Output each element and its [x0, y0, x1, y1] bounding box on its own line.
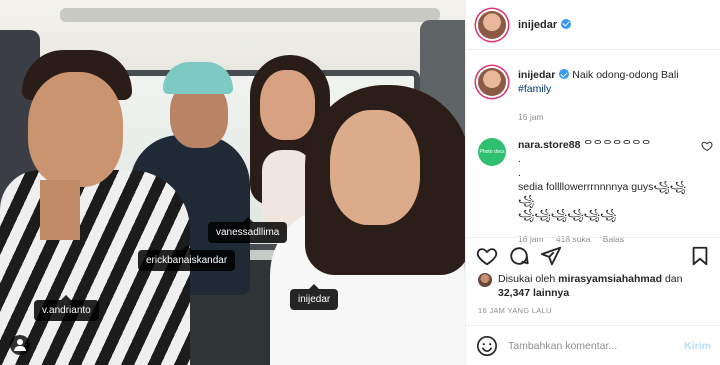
likes-text: Disukai oleh mirasyamsiahahmad dan 32,34…	[498, 272, 713, 300]
caption-time[interactable]: 16 jam	[518, 112, 544, 122]
caption-text: Naik odong-odong Bali	[572, 69, 679, 81]
tagged-user-icon[interactable]	[10, 335, 30, 355]
caption-username[interactable]: inijedar	[518, 69, 555, 81]
comment-body: nara.store88 ᄋᄋᄋᄋᄋᄋᄋ . . sedia follllowe…	[518, 138, 701, 246]
photo-tag[interactable]: v.andrianto	[34, 295, 99, 321]
photo-tag[interactable]: erickbanaiskandar	[138, 245, 236, 271]
avatar[interactable]	[478, 10, 506, 39]
comment-avatar-text: Photo docs	[479, 149, 505, 155]
like-heart-icon[interactable]	[476, 245, 498, 267]
caption-body: inijedar Naik odong-odong Bali #family 1…	[518, 68, 713, 124]
avatar[interactable]	[478, 68, 506, 96]
caption: inijedar Naik odong-odong Bali #family 1…	[478, 68, 713, 124]
post-side-panel: inijedar inijedar Naik odong-odong Bali …	[465, 0, 720, 365]
person-head	[330, 110, 420, 225]
comment-text-line: ᄋᄋᄋᄋᄋᄋᄋ	[583, 139, 651, 151]
action-bar	[466, 237, 720, 273]
comment-text-line: .	[518, 153, 521, 165]
comment-input[interactable]	[508, 339, 685, 352]
comment-heart-icon[interactable]	[701, 140, 713, 152]
comment-text-line: .	[518, 167, 521, 179]
likes-middle: dan	[664, 273, 683, 285]
share-send-icon[interactable]	[540, 245, 562, 267]
roof-bar	[60, 8, 440, 22]
comment-avatar[interactable]: Photo docs	[478, 138, 506, 166]
likes-count[interactable]: 32,347 lainnya	[498, 287, 569, 299]
bucket-hat	[163, 62, 233, 94]
post-photo[interactable]: vanessadllima erickbanaiskandar v.andria…	[0, 0, 465, 365]
person-neck	[40, 180, 80, 240]
caption-meta: 16 jam	[518, 110, 713, 124]
comment-text-line: sedia follllowerrrnnnnya guys꧁꧁꧁	[518, 181, 687, 207]
comment-username[interactable]: nara.store88	[518, 139, 580, 151]
verified-badge-icon	[559, 69, 570, 79]
likes-prefix: Disukai oleh	[498, 273, 556, 285]
hashtag-link[interactable]: #family	[518, 82, 713, 96]
header-username[interactable]: inijedar	[518, 18, 572, 31]
comment-bubble-icon[interactable]	[508, 245, 530, 267]
likes-summary: Disukai oleh mirasyamsiahahmad dan 32,34…	[478, 272, 713, 300]
bookmark-icon[interactable]	[689, 245, 711, 267]
photo-tag[interactable]: vanessadllima	[208, 217, 288, 243]
comment-item: Photo docs nara.store88 ᄋᄋᄋᄋᄋᄋᄋ . . sedi…	[478, 138, 713, 246]
comment-text-line: ꧁꧁꧁꧁꧁꧁	[518, 209, 617, 221]
post-header: inijedar	[466, 0, 720, 50]
post-comment-button[interactable]: Kirim	[684, 340, 711, 352]
person-head	[260, 70, 315, 140]
person-head	[28, 72, 123, 187]
emoji-icon[interactable]	[476, 335, 498, 357]
photo-tag[interactable]: inijedar	[290, 284, 339, 310]
verified-badge-icon	[561, 18, 572, 29]
liker-avatar[interactable]	[478, 273, 492, 287]
liker-username[interactable]: mirasyamsiahahmad	[558, 273, 662, 285]
add-comment-bar: Kirim	[466, 325, 720, 365]
post-timestamp[interactable]: 16 JAM YANG LALU	[478, 306, 552, 315]
